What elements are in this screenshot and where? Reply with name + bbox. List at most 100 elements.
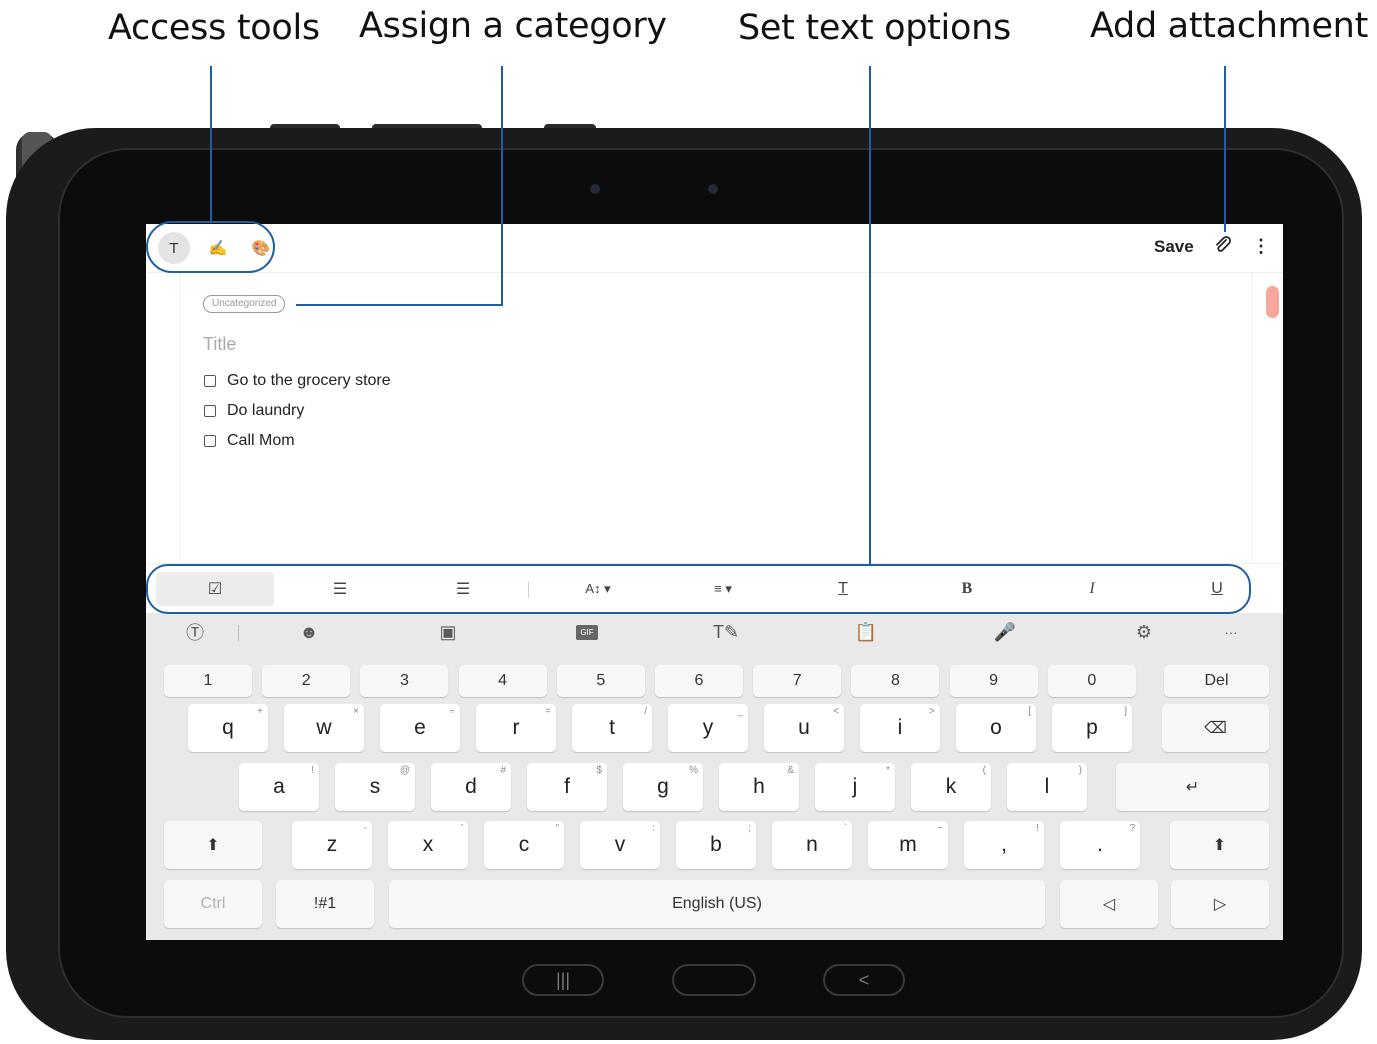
checkbox-icon[interactable] [204,435,216,447]
key-d[interactable]: d # [431,763,511,811]
key-hint: $ [596,765,602,776]
key-g[interactable]: g% [623,763,703,811]
key-p[interactable]: p] [1052,704,1132,752]
key-hint: % [689,765,698,776]
category-chip[interactable]: Uncategorized [203,295,286,313]
ctrl-key[interactable]: Ctrl [164,880,262,928]
key-x[interactable]: x ' [388,821,468,869]
checklist-item[interactable]: Do laundry [204,402,304,420]
key-v[interactable]: v: [580,821,660,869]
key-4[interactable]: 4 [458,665,547,697]
key-b[interactable]: b; [676,821,756,869]
key-i[interactable]: i > [860,704,940,752]
sensor-icon [590,184,600,194]
symbols-key[interactable]: !#1 [276,880,374,928]
note-toolbar: T ✍ 🎨 Save ⋮ [146,224,1283,273]
space-key[interactable]: English (US) [389,880,1045,928]
key-f[interactable]: f $ [527,763,607,811]
key-label: m [899,833,917,856]
callout-assign-category: Assign a category [359,6,667,46]
key-r[interactable]: r = [476,704,556,752]
handwriting-icon[interactable]: T✎ [706,617,746,647]
home-button[interactable] [672,964,756,996]
key-5[interactable]: 5 [556,665,645,697]
key-9[interactable]: 9 [949,665,1038,697]
more-options-icon[interactable]: ⋮ [1252,236,1270,257]
left-arrow-key[interactable]: ◁ [1060,880,1158,928]
key-l[interactable]: l) [1007,763,1087,811]
clipboard-icon[interactable]: 📋 [846,617,886,647]
key-label: q [222,716,234,739]
attachment-icon[interactable] [1214,236,1232,259]
key-n[interactable]: n ` [772,821,852,869]
toolbar-divider [238,625,239,641]
scrollbar-thumb[interactable] [1266,286,1279,318]
key-8[interactable]: 8 [851,665,940,697]
category-leader-horizontal [296,304,503,306]
more-options-icon[interactable]: ··· [1211,617,1251,647]
backspace-key[interactable]: ⌫ [1162,704,1269,752]
key-label: 5 [596,672,606,689]
key-label: . [1097,833,1103,856]
key-hint: # [500,765,506,776]
key-label: b [710,833,722,856]
right-arrow-key[interactable]: ▷ [1171,880,1269,928]
back-button[interactable]: < [823,964,905,996]
key-1[interactable]: 1 [164,665,252,697]
key-label: 8 [890,672,900,689]
save-button[interactable]: Save [1154,237,1194,257]
key-s[interactable]: s @ [335,763,415,811]
key-q[interactable]: q + [188,704,268,752]
key-hint: ? [1129,823,1135,834]
key-period[interactable]: .? [1060,821,1140,869]
key-j[interactable]: j * [815,763,895,811]
note-canvas[interactable] [179,273,1253,563]
key-7[interactable]: 7 [753,665,842,697]
key-e[interactable]: e ÷ [380,704,460,752]
text-recognition-icon[interactable]: Ⓣ [175,617,215,647]
key-h[interactable]: h & [719,763,799,811]
key-label: y [702,716,714,739]
emoji-icon[interactable]: ☻ [289,617,329,647]
key-y[interactable]: y _ [668,704,748,752]
key-0[interactable]: 0 [1047,665,1136,697]
key-6[interactable]: 6 [655,665,743,697]
text-options-highlight [146,564,1251,614]
key-comma[interactable]: ,! [964,821,1044,869]
delete-key[interactable]: Del [1164,665,1269,697]
key-label: l [1044,775,1050,798]
key-label: English (US) [672,895,762,912]
shift-key-left[interactable]: ⬆ [164,821,262,869]
key-label: h [753,775,765,798]
title-field[interactable]: Title [203,334,236,355]
enter-key[interactable]: ↵ [1116,763,1269,811]
microphone-icon[interactable]: 🎤 [985,617,1025,647]
checkbox-icon[interactable] [204,375,216,387]
shift-key-right[interactable]: ⬆ [1170,821,1269,869]
key-3[interactable]: 3 [360,665,449,697]
key-label: 6 [694,672,704,689]
checklist-item[interactable]: Call Mom [204,432,295,450]
key-w[interactable]: w × [284,704,364,752]
recents-button[interactable]: ||| [522,964,604,996]
checklist-item[interactable]: Go to the grocery store [204,372,391,390]
key-z[interactable]: z- [292,821,372,869]
callout-add-attachment: Add attachment [1090,6,1368,46]
access-tools-highlight [146,221,275,273]
key-k[interactable]: k( [911,763,991,811]
key-hint: ! [311,765,314,776]
key-2[interactable]: 2 [262,665,351,697]
key-a[interactable]: a! [239,763,319,811]
checkbox-icon[interactable] [204,405,216,417]
gif-icon[interactable]: GIF [567,617,607,647]
key-label: u [798,716,810,739]
sticker-icon[interactable]: ▣ [428,617,468,647]
key-t[interactable]: t / [572,704,652,752]
key-m[interactable]: m ~ [868,821,948,869]
key-o[interactable]: o[ [956,704,1036,752]
settings-gear-icon[interactable]: ⚙ [1124,617,1164,647]
key-hint: > [929,706,935,717]
key-c[interactable]: c " [484,821,564,869]
key-u[interactable]: u < [764,704,844,752]
key-hint: @ [399,765,410,776]
